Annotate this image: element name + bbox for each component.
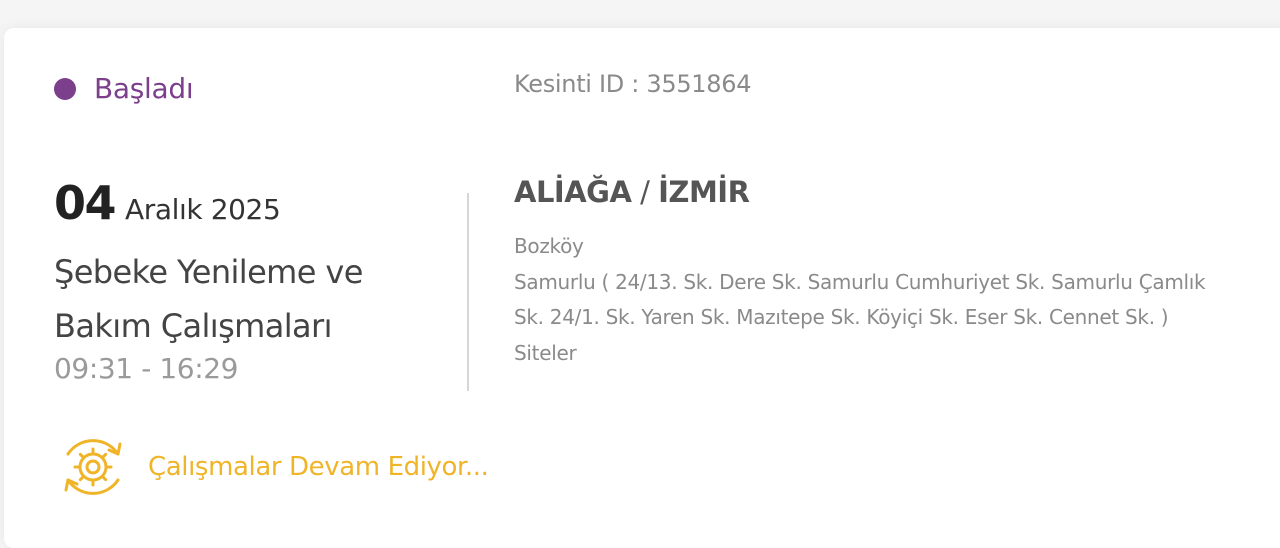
location-title: ALİAĞA / İZMİR xyxy=(514,175,750,209)
vertical-divider xyxy=(467,193,469,391)
detail-line: Siteler xyxy=(514,340,577,365)
outage-date: 04 Aralık 2025 xyxy=(54,176,281,230)
date-day: 04 xyxy=(54,176,117,230)
work-title: Şebeke Yenileme ve Bakım Çalışmaları xyxy=(54,245,454,353)
status-indicator: Başladı xyxy=(54,72,194,105)
outage-id: Kesinti ID : 3551864 xyxy=(514,70,752,98)
work-title-line-2: Bakım Çalışmaları xyxy=(54,307,332,345)
status-dot-icon xyxy=(54,77,76,100)
detail-line: Bozköy xyxy=(514,234,584,258)
status-label: Başladı xyxy=(94,72,194,105)
date-month-year: Aralık 2025 xyxy=(125,193,281,226)
time-range: 09:31 - 16:29 xyxy=(54,352,239,385)
affected-streets: Bozköy Samurlu ( 24/13. Sk. Dere Sk. Sam… xyxy=(514,229,1274,371)
work-title-line-1: Şebeke Yenileme ve xyxy=(54,253,363,291)
progress-label: Çalışmalar Devam Ediyor... xyxy=(148,452,489,482)
location-city: İZMİR xyxy=(658,175,750,209)
location-separator: / xyxy=(631,175,659,209)
detail-line: Sk. 24/1. Sk. Yaren Sk. Mazıtepe Sk. Köy… xyxy=(514,305,1169,329)
gear-refresh-icon xyxy=(64,439,122,495)
detail-line: Samurlu ( 24/13. Sk. Dere Sk. Samurlu Cu… xyxy=(514,269,1206,294)
progress-status: Çalışmalar Devam Ediyor... xyxy=(54,432,489,502)
location-district: ALİAĞA xyxy=(514,175,632,209)
